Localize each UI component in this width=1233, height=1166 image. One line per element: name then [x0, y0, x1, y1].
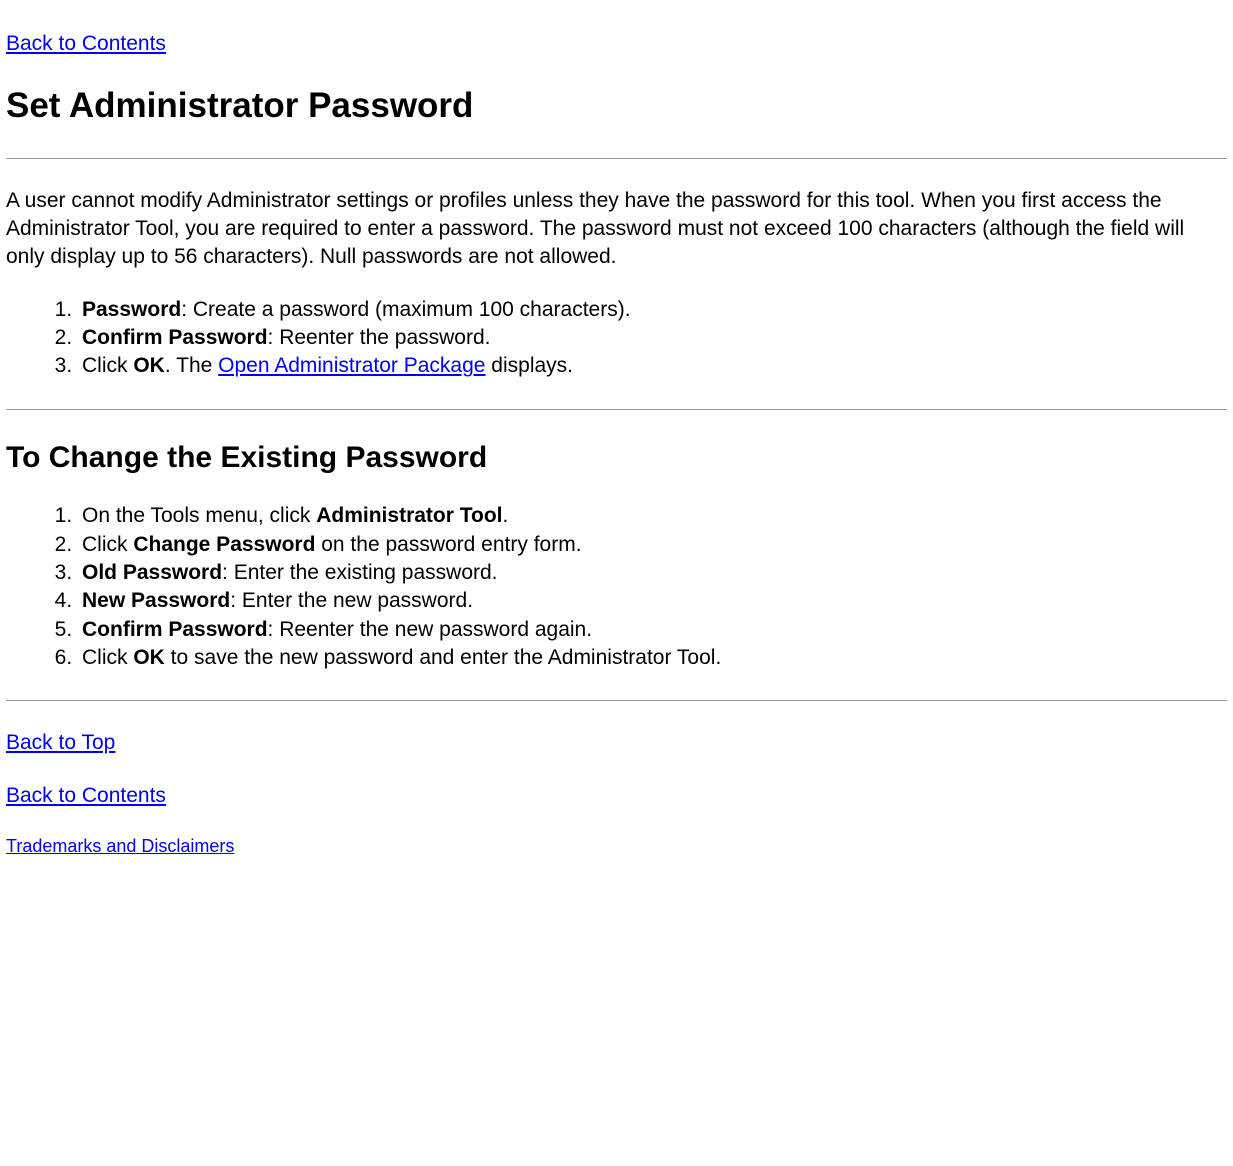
password-label: Password	[82, 298, 181, 321]
text: Click	[82, 354, 133, 377]
text: on the password entry form.	[315, 533, 581, 556]
ok-label: OK	[133, 354, 165, 377]
list-item: Click OK. The Open Administrator Package…	[78, 352, 1227, 380]
trademarks-link[interactable]: Trademarks and Disclaimers	[6, 836, 234, 856]
change-password-label: Change Password	[133, 533, 315, 556]
text: : Reenter the password.	[268, 326, 491, 349]
list-item: On the Tools menu, click Administrator T…	[78, 502, 1227, 530]
intro-paragraph: A user cannot modify Administrator setti…	[6, 187, 1227, 272]
text: displays.	[485, 354, 573, 377]
text: Click	[82, 646, 133, 669]
page-title: Set Administrator Password	[6, 82, 1227, 129]
list-item: Confirm Password: Reenter the password.	[78, 324, 1227, 352]
text: : Enter the new password.	[230, 589, 473, 612]
section-title-change: To Change the Existing Password	[6, 438, 1227, 479]
text: : Reenter the new password again.	[268, 618, 593, 641]
ok-label: OK	[133, 646, 165, 669]
text: Click	[82, 533, 133, 556]
back-to-contents-link-bottom[interactable]: Back to Contents	[6, 784, 166, 807]
divider	[6, 158, 1227, 159]
list-item: Confirm Password: Reenter the new passwo…	[78, 616, 1227, 644]
text: : Create a password (maximum 100 charact…	[181, 298, 630, 321]
confirm-password-label: Confirm Password	[82, 618, 268, 641]
divider	[6, 409, 1227, 410]
text: . The	[165, 354, 218, 377]
old-password-label: Old Password	[82, 561, 222, 584]
text: : Enter the existing password.	[222, 561, 497, 584]
list-item: New Password: Enter the new password.	[78, 587, 1227, 615]
new-password-label: New Password	[82, 589, 230, 612]
back-to-contents-link-top[interactable]: Back to Contents	[6, 32, 166, 55]
list-item: Click OK to save the new password and en…	[78, 644, 1227, 672]
text: .	[503, 504, 509, 527]
set-password-steps: Password: Create a password (maximum 100…	[6, 296, 1227, 381]
text: On the Tools menu, click	[82, 504, 316, 527]
open-admin-package-link[interactable]: Open Administrator Package	[218, 354, 485, 377]
list-item: Password: Create a password (maximum 100…	[78, 296, 1227, 324]
text: to save the new password and enter the A…	[165, 646, 721, 669]
confirm-password-label: Confirm Password	[82, 326, 268, 349]
list-item: Click Change Password on the password en…	[78, 531, 1227, 559]
admin-tool-label: Administrator Tool	[316, 504, 502, 527]
back-to-top-link[interactable]: Back to Top	[6, 731, 115, 754]
list-item: Old Password: Enter the existing passwor…	[78, 559, 1227, 587]
change-password-steps: On the Tools menu, click Administrator T…	[6, 502, 1227, 672]
divider	[6, 700, 1227, 701]
